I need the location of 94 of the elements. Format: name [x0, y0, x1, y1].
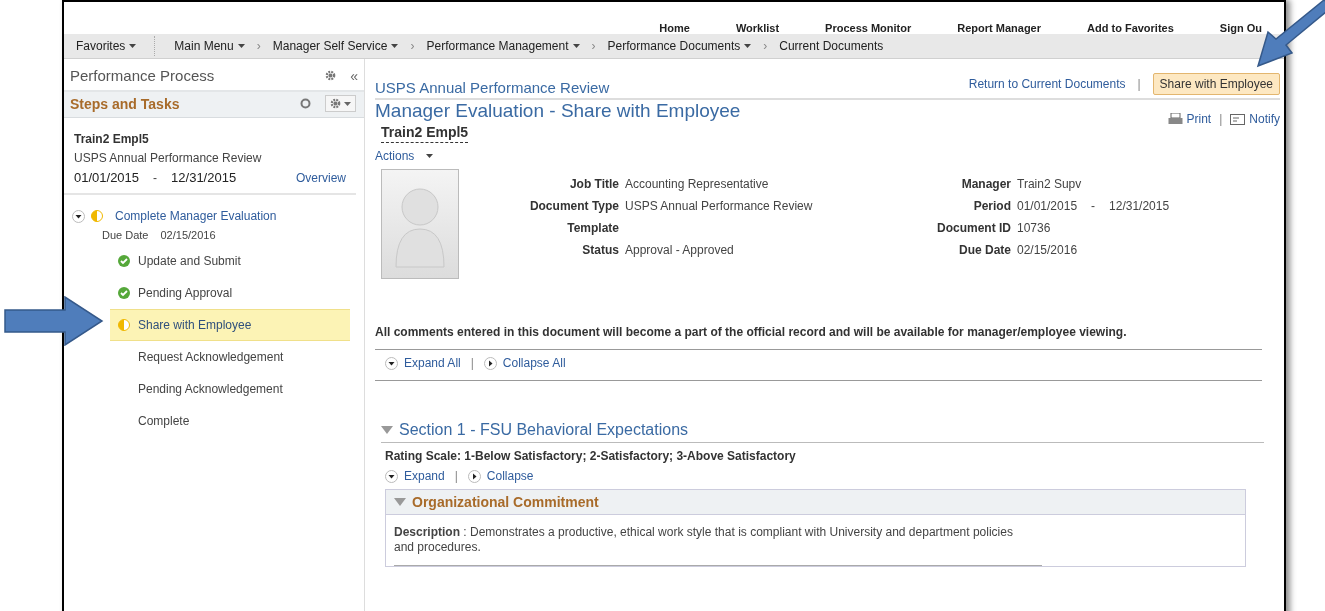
- step-label: Update and Submit: [138, 254, 241, 268]
- step-row[interactable]: Complete: [110, 405, 350, 437]
- actions-menu[interactable]: Actions: [375, 149, 415, 163]
- step-label: Complete: [138, 414, 190, 428]
- notice-text: All comments entered in this document will become a part of the official record and will be available for manager/employee viewing.: [375, 279, 1262, 350]
- step-row[interactable]: Pending Approval: [110, 277, 350, 309]
- expand-icon[interactable]: [385, 469, 398, 483]
- document-title: USPS Annual Performance Review: [375, 79, 610, 96]
- nav-menu-item[interactable]: Performance Management: [426, 39, 569, 53]
- employee-name: Train2 Empl5: [74, 132, 150, 146]
- document-name: USPS Annual Performance Review: [74, 151, 263, 165]
- header-link[interactable]: Process Monitor: [825, 23, 912, 34]
- field-value: 02/15/2016: [1017, 243, 1078, 257]
- collapse-all-link[interactable]: Collapse All: [502, 356, 566, 370]
- header-link[interactable]: Worklist: [735, 23, 780, 34]
- breadcrumb-separator: ›: [763, 39, 768, 53]
- header-link[interactable]: Report Manager: [957, 23, 1042, 34]
- nav-menu-item[interactable]: Current Documents: [779, 39, 884, 53]
- step-label: Pending Acknowledgement: [138, 382, 283, 396]
- step-row[interactable]: Request Acknowledgement: [110, 341, 350, 373]
- field-value: Train2 Supv: [1017, 177, 1082, 191]
- breadcrumb-separator: ›: [591, 39, 596, 53]
- arrow-icon: [4, 296, 104, 346]
- field-value: 12/31/2015: [1109, 199, 1170, 213]
- collapse-icon[interactable]: [467, 469, 481, 483]
- separator: |: [1137, 76, 1141, 91]
- field-value: Accounting Representative: [625, 177, 770, 191]
- description-text: Description : Demonstrates a productive, ethical work style that is compliant with University and department policies and procedures.: [394, 515, 1042, 566]
- step-row[interactable]: Pending Acknowledgement: [110, 373, 350, 405]
- share-button[interactable]: Share with Employee: [1152, 72, 1280, 95]
- field-label: Template: [566, 221, 619, 235]
- header-link[interactable]: Sign Ou: [1219, 23, 1262, 34]
- nav-menu-item[interactable]: Manager Self Service: [272, 39, 388, 53]
- separator: |: [454, 469, 458, 483]
- header-link[interactable]: Home: [659, 23, 690, 34]
- due-date-label: Due Date: [102, 229, 149, 241]
- nav-menu-item[interactable]: Performance Documents: [607, 39, 741, 53]
- period-separator: -: [153, 170, 158, 185]
- field-label: Document Type: [528, 199, 619, 213]
- settings-icon[interactable]: [325, 70, 337, 81]
- employee-name[interactable]: Train2 Empl5: [381, 124, 469, 143]
- section-title[interactable]: Section 1 - FSU Behavioral Expectations: [399, 421, 689, 439]
- return-link[interactable]: Return to Current Documents: [968, 76, 1126, 91]
- field-label: Document ID: [936, 221, 1011, 235]
- notify-icon[interactable]: [1230, 113, 1246, 125]
- caret-icon: [344, 101, 351, 106]
- refresh-icon[interactable]: [300, 98, 311, 109]
- rating-scale: Rating Scale: 1-Below Satisfactory; 2-Satisfactory; 3-Above Satisfactory: [384, 448, 797, 465]
- collapse-icon[interactable]: «: [350, 67, 358, 84]
- gear-icon[interactable]: [330, 98, 341, 109]
- notify-link[interactable]: Notify: [1249, 112, 1280, 126]
- field-label: Period: [972, 199, 1011, 213]
- field-value: Approval - Approved: [625, 243, 735, 257]
- step-link[interactable]: Complete Manager Evaluation: [115, 209, 277, 223]
- period-end: 12/31/2015: [171, 170, 237, 185]
- selected-step-row[interactable]: Share with Employee: [110, 309, 350, 341]
- period-separator: -: [1091, 199, 1096, 213]
- field-label: Due Date: [958, 243, 1011, 257]
- step-row[interactable]: Update and Submit: [110, 245, 350, 277]
- collapse-icon[interactable]: [483, 356, 497, 370]
- caret-icon: [426, 154, 434, 158]
- print-link[interactable]: Print: [1186, 112, 1212, 126]
- period-start: 01/01/2015: [74, 170, 140, 185]
- expand-toggle-icon[interactable]: [72, 209, 85, 223]
- item-title[interactable]: Organizational Commitment: [412, 494, 599, 510]
- expand-all-link[interactable]: Expand All: [404, 356, 461, 370]
- separator: |: [470, 356, 474, 370]
- separator: |: [1219, 112, 1223, 126]
- breadcrumb-separator: ›: [410, 39, 415, 53]
- page-title: Manager Evaluation - Share with Employee: [375, 100, 741, 122]
- due-date: 02/15/2016: [160, 229, 216, 241]
- panel-title: Performance Process: [70, 67, 215, 84]
- step-label: Share with Employee: [138, 318, 252, 332]
- breadcrumb-separator: ›: [256, 39, 261, 53]
- header-link[interactable]: Add to Favorites: [1087, 23, 1174, 34]
- options-button[interactable]: [325, 95, 356, 112]
- field-value: 10736: [1017, 221, 1051, 235]
- field-label: Manager: [960, 177, 1011, 191]
- step-label: Pending Approval: [138, 286, 233, 300]
- field-value: USPS Annual Performance Review: [625, 199, 814, 213]
- step-label: Request Acknowledgement: [138, 350, 284, 364]
- field-label: Status: [581, 243, 619, 257]
- field-label: Job Title: [568, 177, 619, 191]
- nav-menu-item[interactable]: Main Menu: [174, 39, 234, 53]
- overview-link[interactable]: Overview: [296, 170, 346, 185]
- field-value: 01/01/2015: [1017, 199, 1078, 213]
- section-toggle-icon[interactable]: [381, 425, 393, 435]
- nav-menu-item[interactable]: Favorites: [76, 39, 126, 53]
- item-toggle-icon[interactable]: [394, 497, 406, 507]
- section-title: Steps and Tasks: [70, 95, 180, 112]
- expand-link[interactable]: Expand: [404, 469, 445, 483]
- collapse-link[interactable]: Collapse: [486, 469, 534, 483]
- expand-icon[interactable]: [385, 356, 398, 370]
- printer-icon[interactable]: [1167, 112, 1183, 126]
